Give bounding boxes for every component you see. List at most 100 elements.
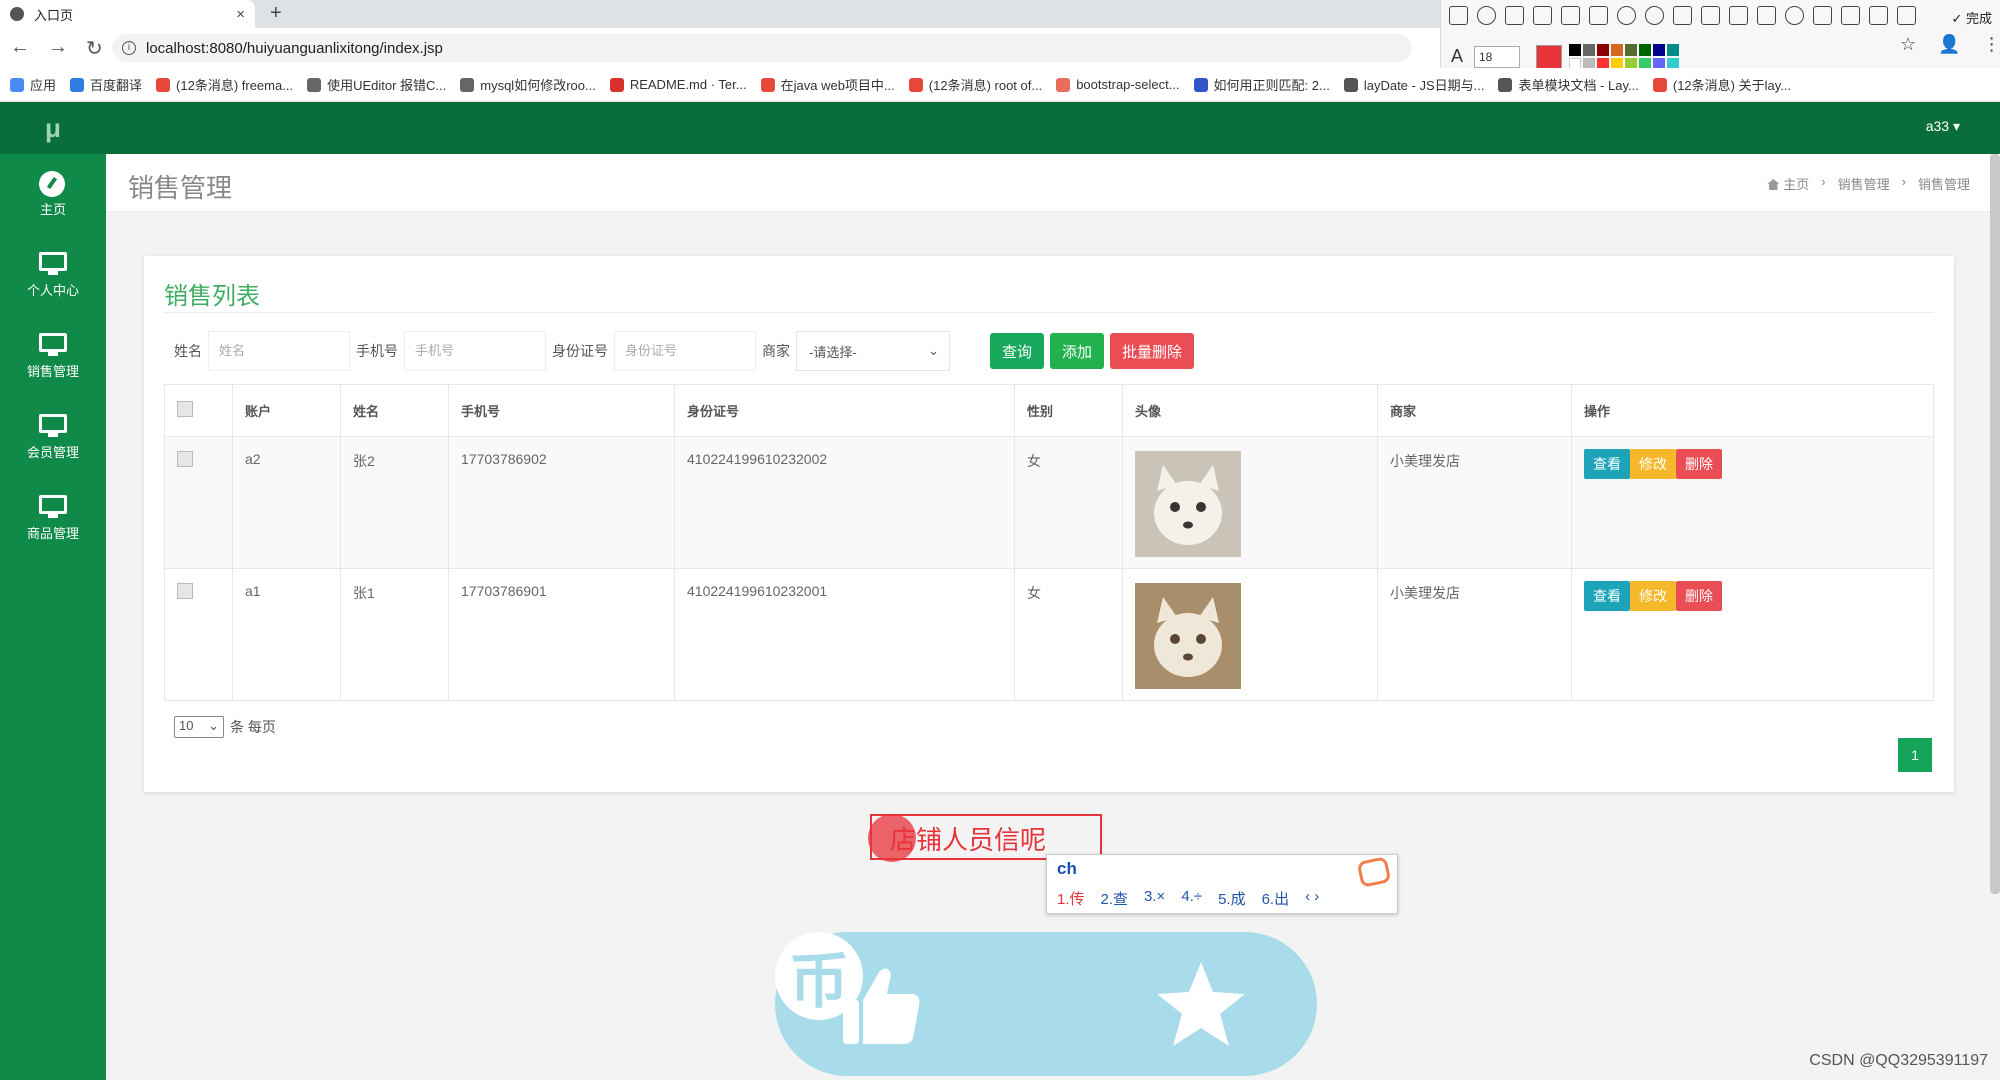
- bookmark-item[interactable]: 应用: [10, 75, 56, 94]
- bookmark-label: (12条消息) freema...: [176, 78, 294, 93]
- bookmark-item[interactable]: layDate - JS日期与...: [1343, 75, 1484, 94]
- download-icon[interactable]: [1813, 6, 1832, 25]
- sidebar-item[interactable]: 销售管理: [0, 316, 106, 397]
- bookmark-item[interactable]: 百度翻译: [70, 75, 142, 94]
- thumbs-up-icon[interactable]: [835, 958, 927, 1050]
- sidebar-item-label: 个人中心: [26, 283, 79, 298]
- ime-candidate[interactable]: 3.×: [1144, 888, 1165, 909]
- bookmark-item[interactable]: 表单模块文档 - Lay...: [1498, 75, 1639, 94]
- watermark: CSDN @QQ3295391197: [1809, 1052, 1988, 1069]
- sidebar-item[interactable]: 主页: [0, 154, 106, 235]
- url-input[interactable]: i localhost:8080/huiyuanguanlixitong/ind…: [112, 34, 1412, 62]
- row-checkbox[interactable]: [177, 451, 193, 467]
- batch-delete-button[interactable]: 批量删除: [1110, 333, 1195, 369]
- view-button[interactable]: 查看: [1584, 581, 1630, 611]
- number-tool-icon[interactable]: [1617, 6, 1636, 25]
- bookmark-item[interactable]: README.md · Ter...: [609, 77, 747, 92]
- star-icon[interactable]: [1155, 958, 1247, 1050]
- avatar-cell: [1122, 436, 1378, 569]
- tab-close-button[interactable]: ×: [236, 6, 245, 23]
- bookmark-item[interactable]: (12条消息) root of...: [908, 75, 1042, 94]
- bookmark-item[interactable]: 使用UEditor 报错C...: [307, 75, 446, 94]
- ime-candidate[interactable]: 4.÷: [1181, 888, 1202, 909]
- forward-button[interactable]: →: [48, 36, 68, 61]
- sidebar-item[interactable]: 个人中心: [0, 235, 106, 316]
- profile-icon[interactable]: 👤: [1938, 34, 1960, 55]
- font-size-select[interactable]: 18: [1474, 46, 1520, 68]
- ime-candidate[interactable]: 1.传: [1057, 888, 1085, 909]
- id-card-search-input[interactable]: 身份证号: [614, 331, 756, 371]
- undo-icon[interactable]: [1645, 6, 1664, 25]
- sidebar-item-label: 商品管理: [26, 526, 79, 541]
- ime-candidate-window: ch 1.传 2.查 3.× 4.÷ 5.成 6.出 ‹ ›: [1046, 854, 1398, 914]
- sidebar-item[interactable]: 商品管理: [0, 478, 106, 559]
- annotation-text[interactable]: 店铺人员信呢: [890, 820, 1046, 857]
- ocr-tool-icon[interactable]: [1673, 6, 1692, 25]
- arrow-tool-icon[interactable]: [1505, 6, 1524, 25]
- cell-account: a1: [232, 568, 341, 701]
- breadcrumb: 主页 › 销售管理 › 销售管理: [1767, 174, 1970, 193]
- pin-icon[interactable]: [1757, 6, 1776, 25]
- address-bar: ← → ↻ i localhost:8080/huiyuanguanlixito…: [0, 28, 1440, 68]
- ime-candidate[interactable]: 2.查: [1101, 888, 1129, 909]
- row-checkbox[interactable]: [177, 583, 193, 599]
- browser-tab[interactable]: 入口页 ×: [0, 0, 255, 28]
- breadcrumb-home[interactable]: 主页: [1767, 174, 1809, 193]
- long-screenshot-icon[interactable]: [1729, 6, 1748, 25]
- name-search-input[interactable]: 姓名: [208, 331, 350, 371]
- delete-button[interactable]: 删除: [1676, 581, 1722, 611]
- reload-button[interactable]: ↻: [86, 36, 103, 61]
- bookmark-item[interactable]: (12条消息) 关于lay...: [1652, 75, 1791, 94]
- select-all-checkbox[interactable]: [177, 401, 193, 417]
- new-tab-button[interactable]: +: [270, 2, 282, 25]
- page-button-current[interactable]: 1: [1898, 738, 1932, 772]
- ime-candidate[interactable]: 6.出: [1262, 888, 1290, 909]
- record-icon[interactable]: [1785, 6, 1804, 25]
- browser-menu-icon[interactable]: ⋮: [1983, 34, 2000, 55]
- edit-button[interactable]: 修改: [1630, 581, 1676, 611]
- color-palette[interactable]: [1569, 44, 1679, 70]
- delete-button[interactable]: 删除: [1676, 449, 1722, 479]
- query-button[interactable]: 查询: [990, 333, 1045, 369]
- bookmark-item[interactable]: mysql如何修改roo...: [460, 75, 596, 94]
- view-button[interactable]: 查看: [1584, 449, 1630, 479]
- add-button[interactable]: 添加: [1050, 333, 1105, 369]
- edit-button[interactable]: 修改: [1630, 449, 1676, 479]
- close-icon[interactable]: [1897, 6, 1916, 25]
- translate-tool-icon[interactable]: [1701, 6, 1720, 25]
- snip-done-button[interactable]: ✓ 完成: [1951, 8, 1992, 27]
- bookmark-icon[interactable]: [1869, 6, 1888, 25]
- bookmark-favicon-icon: [908, 77, 923, 92]
- ime-candidate[interactable]: ‹ ›: [1305, 888, 1319, 909]
- mosaic-tool-icon[interactable]: [1561, 6, 1580, 25]
- phone-search-input[interactable]: 手机号: [404, 331, 546, 371]
- pen-tool-icon[interactable]: [1533, 6, 1552, 25]
- page-scrollbar[interactable]: [1990, 154, 2000, 894]
- user-menu[interactable]: a33 ▾: [1926, 118, 1960, 135]
- page-size-select[interactable]: 10 ⌄: [174, 716, 224, 738]
- bookmark-item[interactable]: bootstrap-select...: [1056, 77, 1180, 92]
- cell-gender: 女: [1014, 436, 1123, 569]
- bookmark-favicon-icon: [156, 77, 171, 92]
- table-header-row: 账户 姓名 手机号 身份证号 性别 头像 商家 操作: [164, 384, 1934, 437]
- sidebar-item[interactable]: 会员管理: [0, 397, 106, 478]
- monitor-icon: [39, 495, 67, 517]
- bookmark-item[interactable]: (12条消息) freema...: [156, 75, 293, 94]
- app-logo[interactable]: μ: [0, 102, 106, 154]
- bookmark-item[interactable]: 在java web项目中...: [760, 75, 895, 94]
- ellipse-tool-icon[interactable]: [1477, 6, 1496, 25]
- bookmark-item[interactable]: 如何用正则匹配: 2...: [1193, 75, 1330, 94]
- phone-icon[interactable]: [1841, 6, 1860, 25]
- bookmark-favicon-icon: [609, 77, 624, 92]
- info-icon[interactable]: i: [122, 41, 136, 55]
- merchant-select[interactable]: -请选择- ⌄: [796, 331, 950, 371]
- rectangle-tool-icon[interactable]: [1449, 6, 1468, 25]
- text-tool-icon[interactable]: [1589, 6, 1608, 25]
- sales-table: 账户 姓名 手机号 身份证号 性别 头像 商家 操作 a2 张2 177037869…: [164, 384, 1934, 701]
- bookmark-star-icon[interactable]: ☆: [1900, 34, 1916, 55]
- bookmark-label: 如何用正则匹配: 2...: [1213, 78, 1330, 93]
- breadcrumb-level1[interactable]: 销售管理: [1838, 174, 1890, 193]
- ime-candidate[interactable]: 5.成: [1218, 888, 1246, 909]
- actions-cell: 查看 修改 删除: [1571, 568, 1934, 701]
- back-button[interactable]: ←: [10, 36, 30, 61]
